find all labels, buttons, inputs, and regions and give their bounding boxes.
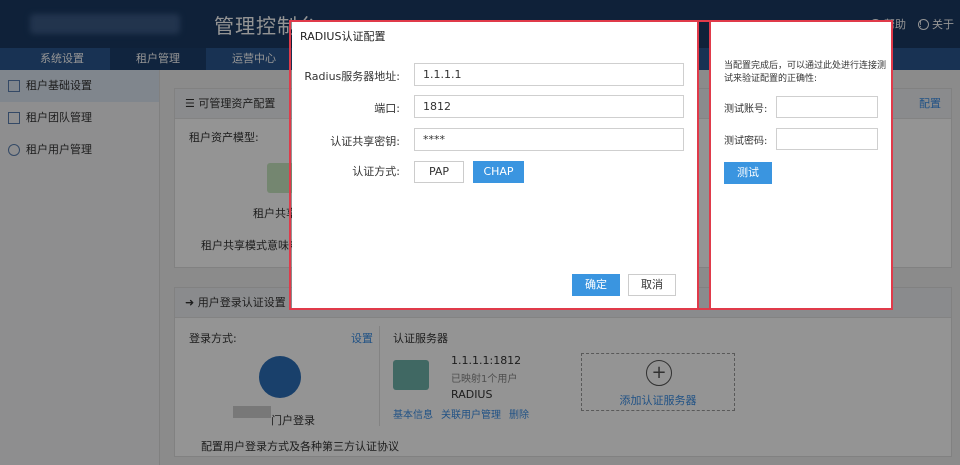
- test-account-label: 测试账号:: [724, 104, 768, 115]
- test-account-input[interactable]: [776, 96, 878, 118]
- test-account-row: 测试账号:: [724, 96, 884, 118]
- test-password-label: 测试密码:: [724, 136, 768, 147]
- shared-secret-row: 认证共享密钥: ****: [292, 128, 698, 152]
- port-label: 端口:: [374, 102, 400, 115]
- server-address-label: Radius服务器地址:: [304, 70, 400, 83]
- test-password-row: 测试密码:: [724, 128, 884, 150]
- port-input[interactable]: 1812: [414, 95, 684, 118]
- server-address-input[interactable]: 1.1.1.1: [414, 63, 684, 86]
- auth-pap-button[interactable]: PAP: [414, 161, 464, 183]
- test-description: 当配置完成后，可以通过此处进行连接测试来验证配置的正确性:: [724, 61, 887, 84]
- server-address-row: Radius服务器地址: 1.1.1.1: [292, 63, 698, 87]
- port-row: 端口: 1812: [292, 95, 698, 119]
- test-panel: 当配置完成后，可以通过此处进行连接测试来验证配置的正确性: 测试账号: 测试密码…: [710, 22, 892, 308]
- auth-method-label: 认证方式:: [352, 165, 400, 178]
- shared-secret-input[interactable]: ****: [414, 128, 684, 151]
- shared-secret-label: 认证共享密钥:: [330, 135, 400, 148]
- auth-chap-button[interactable]: CHAP: [473, 161, 524, 183]
- dialog-title: RADIUS认证配置: [300, 30, 386, 43]
- test-password-input[interactable]: [776, 128, 878, 150]
- ok-button[interactable]: 确定: [572, 274, 620, 296]
- radius-config-dialog: RADIUS认证配置 Radius服务器地址: 1.1.1.1 端口: 1812…: [292, 22, 698, 308]
- test-button[interactable]: 测试: [724, 162, 772, 184]
- cancel-button[interactable]: 取消: [628, 274, 676, 296]
